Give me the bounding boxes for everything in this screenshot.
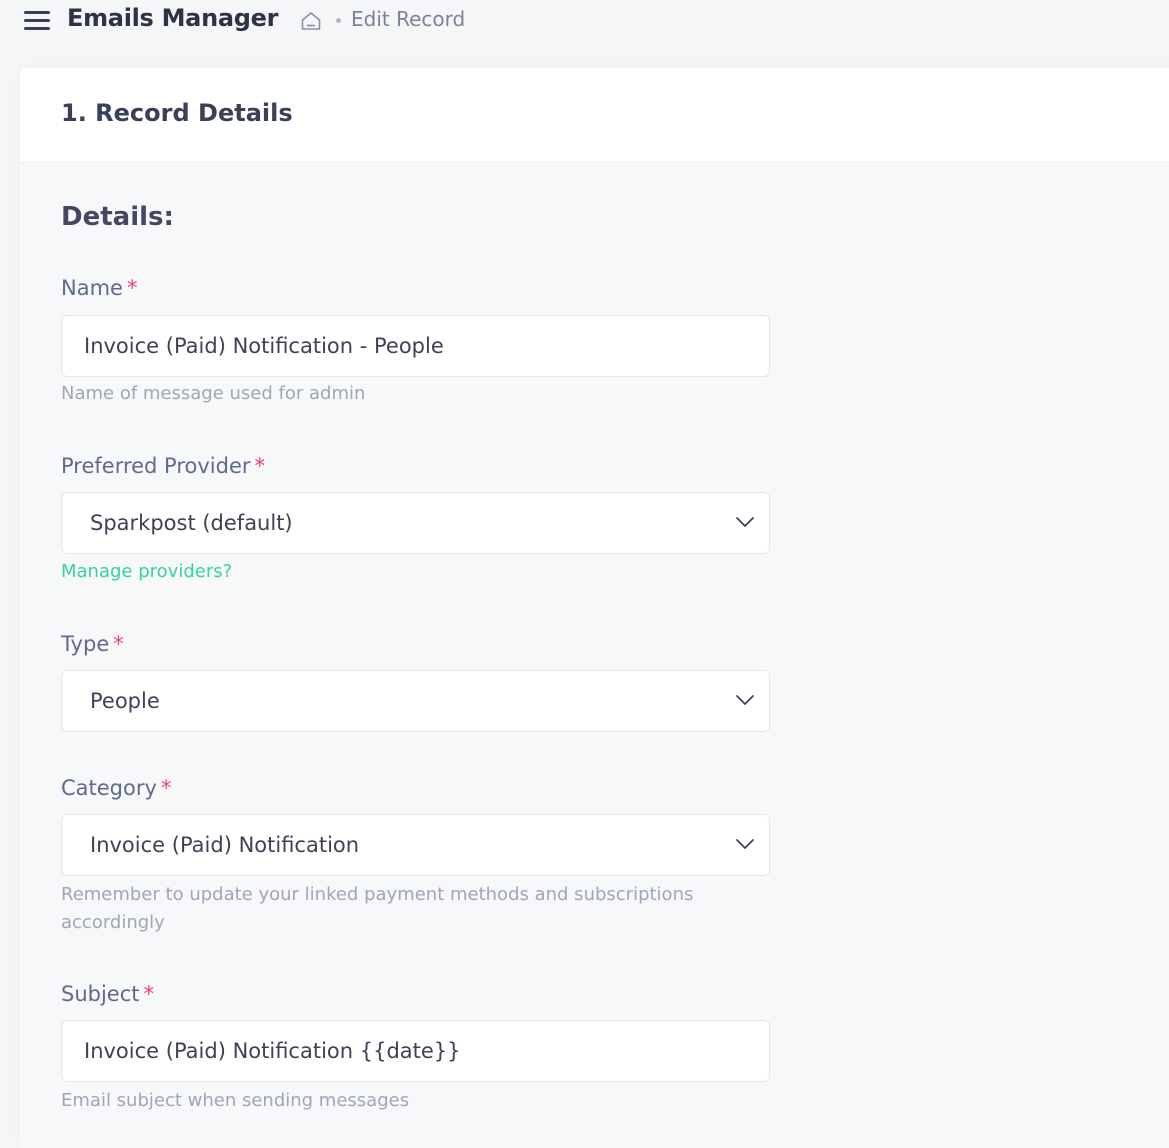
- breadcrumb-current: Edit Record: [351, 7, 466, 31]
- subject-label: Subject *: [61, 982, 154, 1006]
- manage-providers-link[interactable]: Manage providers?: [61, 561, 232, 582]
- name-label-text: Name: [61, 276, 123, 300]
- required-marker: *: [254, 454, 266, 478]
- chevron-down-icon: [736, 839, 754, 849]
- section-title: Details:: [61, 202, 174, 232]
- name-help-text: Name of message used for admin: [61, 383, 366, 404]
- home-icon[interactable]: [299, 9, 323, 33]
- category-help-text: Remember to update your linked payment m…: [61, 884, 694, 933]
- top-bar: Emails Manager Edit Record: [0, 0, 1169, 44]
- record-card: 1. Record Details: [20, 68, 1169, 1148]
- provider-label-text: Preferred Provider: [61, 454, 251, 478]
- type-label: Type *: [61, 632, 124, 656]
- category-label-text: Category: [61, 776, 157, 800]
- subject-help-text: Email subject when sending messages: [61, 1090, 410, 1111]
- required-marker: *: [143, 982, 155, 1006]
- category-label: Category *: [61, 776, 171, 800]
- subject-input-value: Invoice (Paid) Notification {{date}}: [84, 1039, 461, 1063]
- provider-select-value: Sparkpost (default): [90, 511, 293, 535]
- required-marker: *: [160, 776, 172, 800]
- required-marker: *: [126, 276, 138, 300]
- name-label: Name *: [61, 276, 137, 300]
- app-title: Emails Manager: [67, 4, 279, 32]
- required-marker: *: [113, 632, 124, 656]
- category-select-value: Invoice (Paid) Notification: [90, 833, 360, 857]
- name-input[interactable]: Invoice (Paid) Notification - People: [61, 315, 770, 377]
- breadcrumb-separator: [336, 18, 341, 23]
- chevron-down-icon: [736, 695, 754, 705]
- category-select[interactable]: Invoice (Paid) Notification: [61, 814, 770, 876]
- type-label-text: Type: [61, 632, 110, 656]
- type-select-value: People: [90, 689, 160, 713]
- chevron-down-icon: [736, 517, 754, 527]
- provider-select[interactable]: Sparkpost (default): [61, 492, 770, 554]
- type-select[interactable]: People: [61, 670, 770, 732]
- subject-input[interactable]: Invoice (Paid) Notification {{date}}: [61, 1020, 770, 1082]
- hamburger-menu-icon[interactable]: [24, 9, 52, 31]
- name-input-value: Invoice (Paid) Notification - People: [84, 334, 444, 358]
- step-title: 1. Record Details: [61, 99, 293, 127]
- card-header: 1. Record Details: [20, 68, 1169, 163]
- subject-label-text: Subject: [61, 982, 140, 1006]
- provider-label: Preferred Provider *: [61, 454, 265, 478]
